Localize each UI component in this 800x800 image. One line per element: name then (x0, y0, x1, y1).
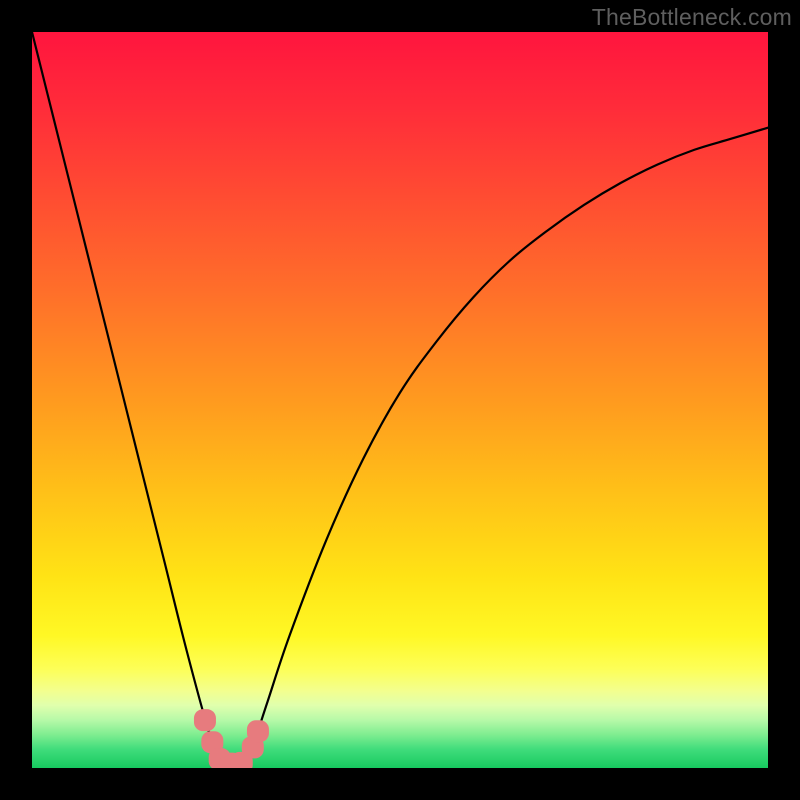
plot-area (32, 32, 768, 768)
gradient-background (32, 32, 768, 768)
watermark-text: TheBottleneck.com (592, 4, 792, 31)
highlight-marker (247, 720, 269, 742)
chart-frame: TheBottleneck.com (0, 0, 800, 800)
highlight-marker (194, 709, 216, 731)
bottleneck-chart (32, 32, 768, 768)
